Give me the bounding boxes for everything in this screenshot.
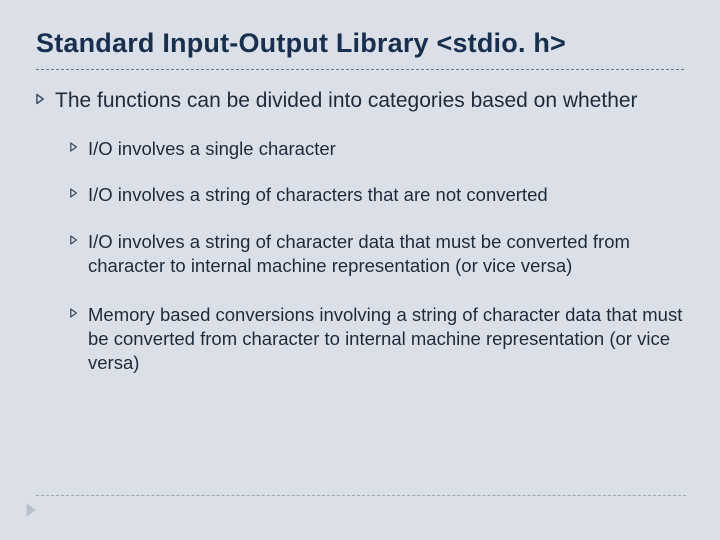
title-divider (36, 69, 684, 70)
list-item: I/O involves a string of character data … (70, 230, 684, 279)
list-item-text: I/O involves a string of character data … (88, 230, 684, 279)
list-item: I/O involves a single character (70, 137, 684, 161)
list-item-text: I/O involves a single character (88, 137, 336, 161)
list-item-text: Memory based conversions involving a str… (88, 303, 684, 376)
list-item-text: I/O involves a string of characters that… (88, 183, 548, 207)
page-title: Standard Input-Output Library <stdio. h> (36, 28, 684, 65)
intro-text: The functions can be divided into catego… (55, 88, 638, 115)
bullet-arrow-icon (70, 142, 78, 152)
bullet-arrow-icon (70, 188, 78, 198)
bullet-arrow-icon (36, 93, 45, 105)
list-item: Memory based conversions involving a str… (70, 303, 684, 376)
slide: Standard Input-Output Library <stdio. h>… (0, 0, 720, 540)
bullet-arrow-icon (70, 308, 78, 318)
list-item: I/O involves a string of characters that… (70, 183, 684, 207)
bottom-divider (36, 495, 686, 496)
next-slide-arrow-icon (24, 502, 38, 518)
bullet-arrow-icon (70, 235, 78, 245)
intro-row: The functions can be divided into catego… (36, 88, 684, 115)
